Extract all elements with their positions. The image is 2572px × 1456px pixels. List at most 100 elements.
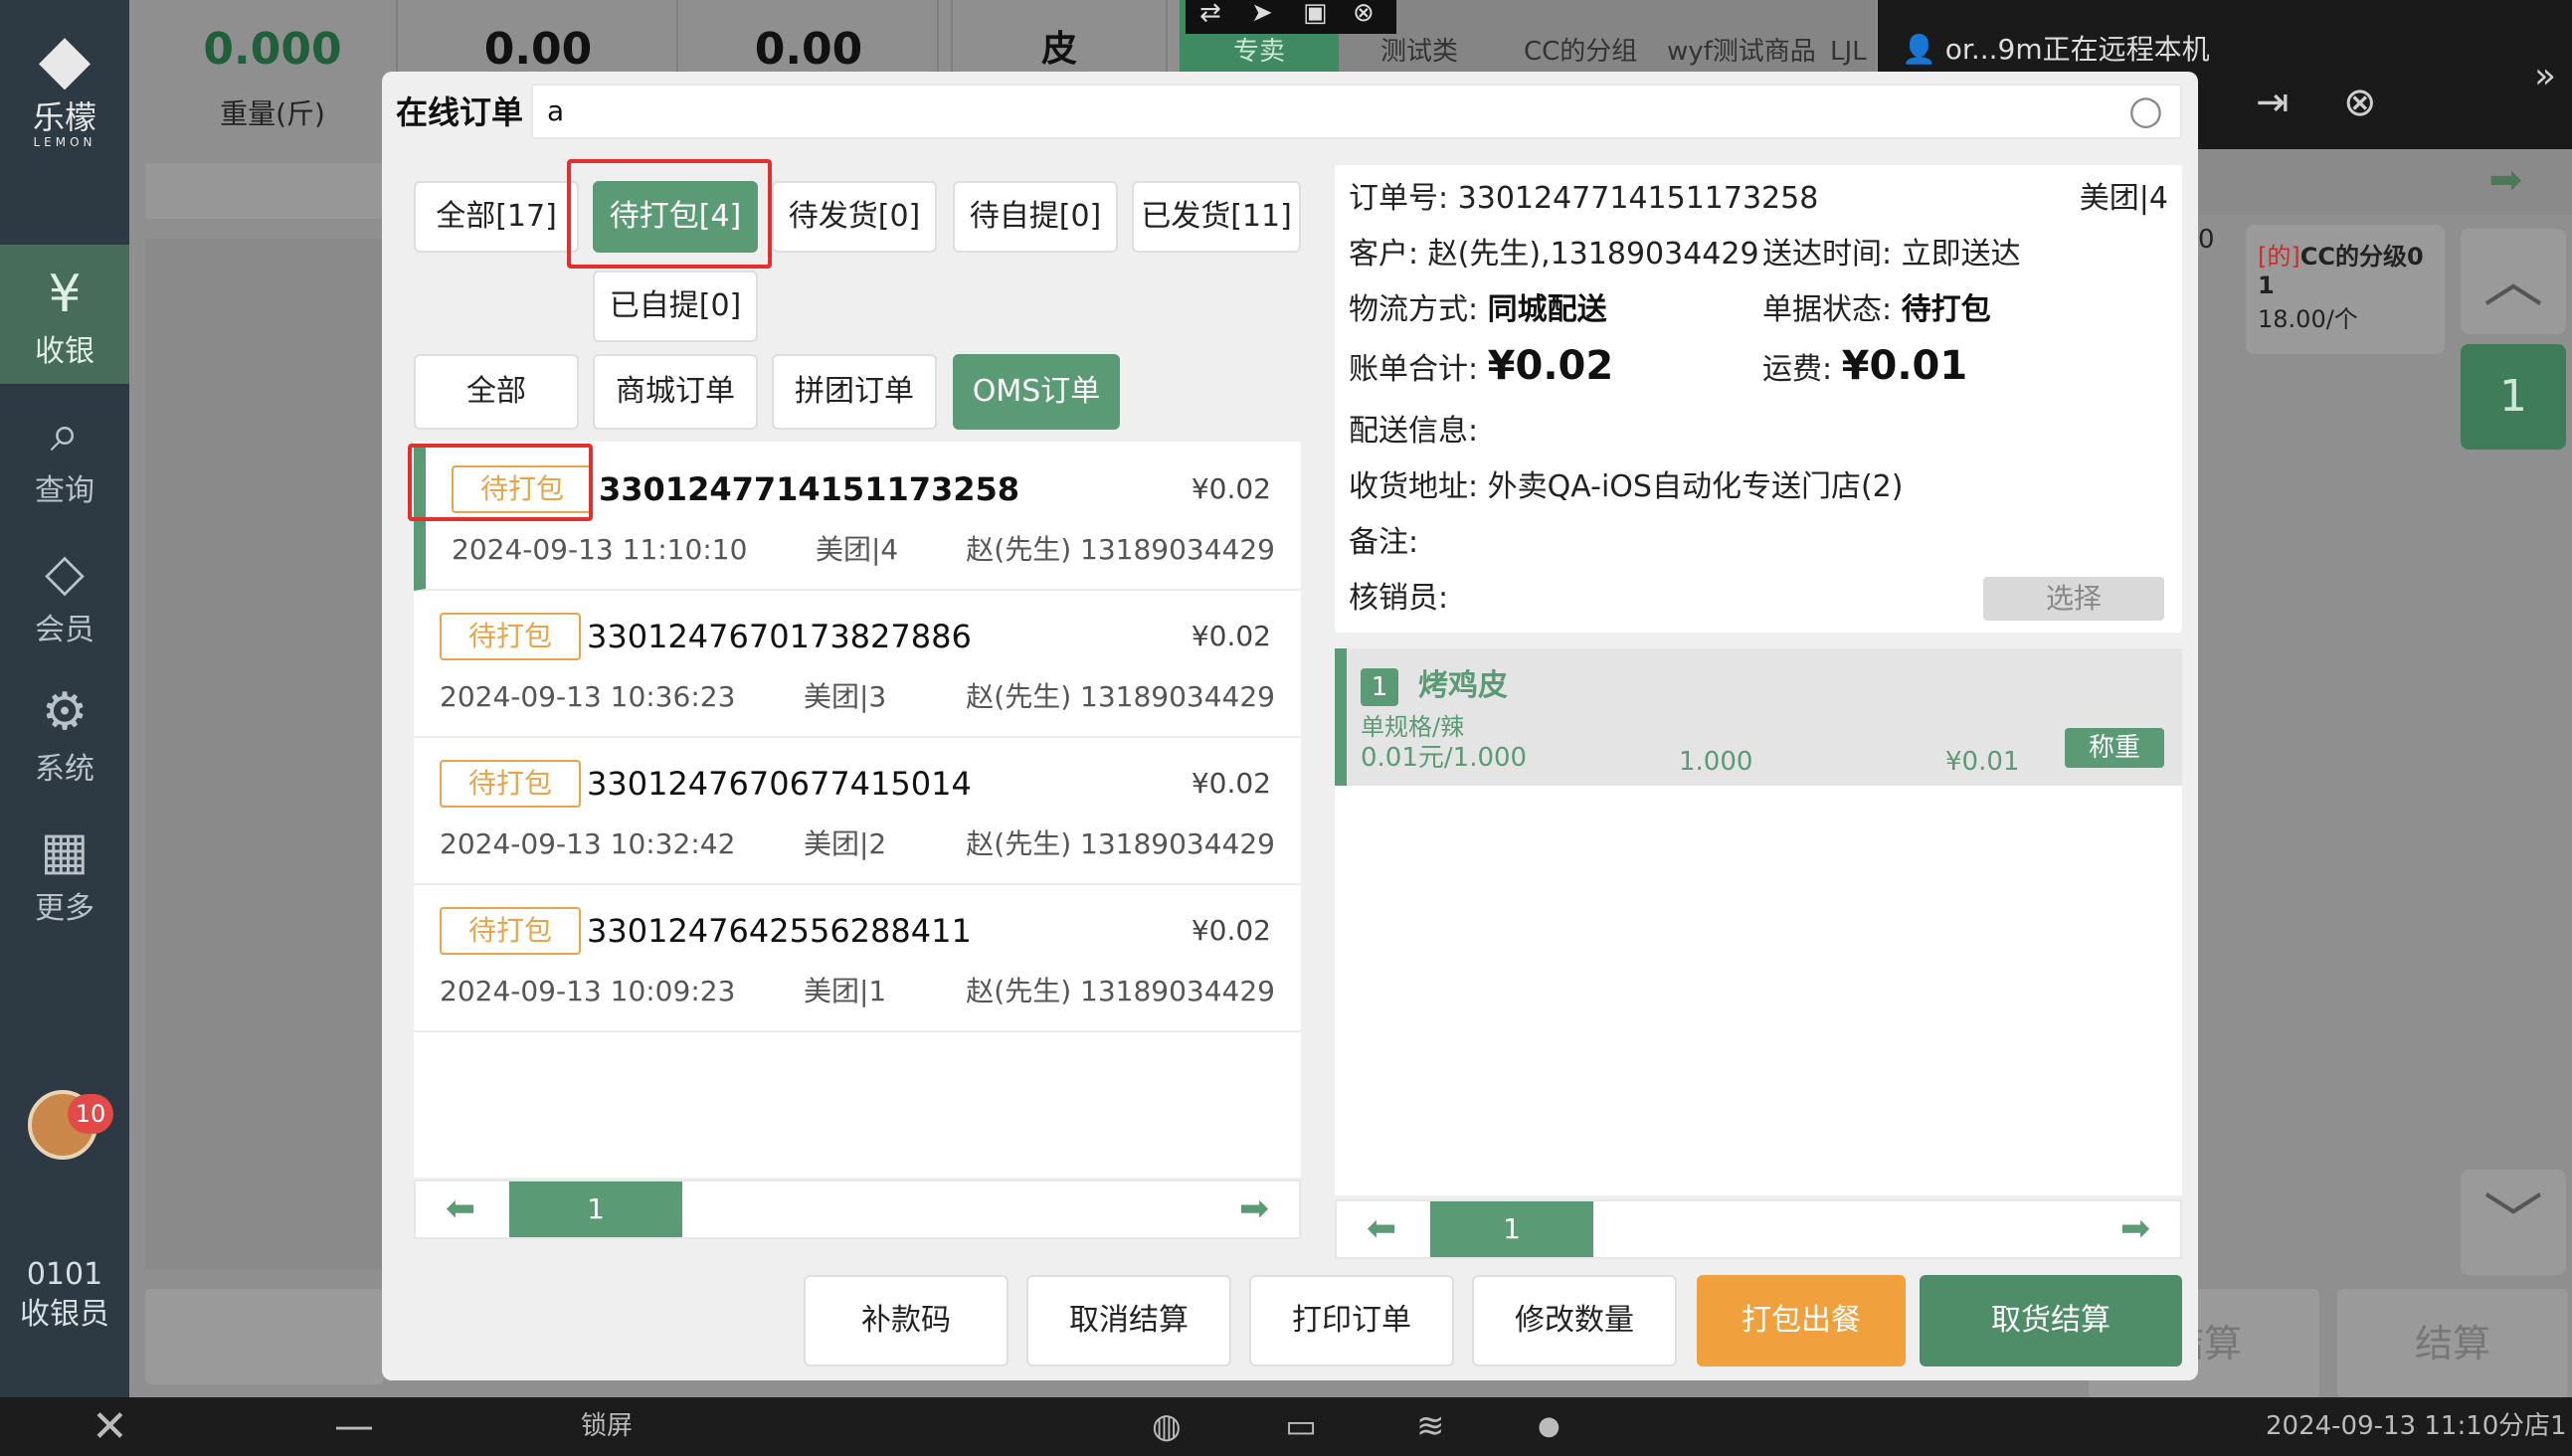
tab-type-oms[interactable]: OMS订单 xyxy=(953,354,1120,430)
order-amount: ¥0.02 xyxy=(1191,620,1271,652)
value: 同城配送 xyxy=(1487,292,1607,327)
detail-address: 收货地址: 外卖QA-iOS自动化专送门店(2) xyxy=(1349,465,1903,509)
order-time: 2024-09-13 10:09:23 xyxy=(440,975,736,1007)
tab-status-pending-pickup[interactable]: 待自提[0] xyxy=(953,181,1118,253)
screen-icon[interactable]: ▣ xyxy=(1303,0,1328,28)
order-platform: 美团|2 xyxy=(804,827,887,860)
prev-page-icon[interactable]: ⬅ xyxy=(446,1182,475,1237)
status-badge: 待打包 xyxy=(440,613,581,660)
sidebar-item-system[interactable]: ⚙ 系统 xyxy=(0,662,129,802)
close-x-icon[interactable]: ✕ xyxy=(92,1397,128,1456)
next-page-icon[interactable]: ➡ xyxy=(1239,1182,1269,1237)
tab-type-all[interactable]: 全部 xyxy=(414,354,579,430)
value: 立即送达 xyxy=(1901,237,2021,272)
weigh-button[interactable]: 称重 xyxy=(2065,728,2164,768)
label: 物流方式: xyxy=(1349,292,1479,327)
user-icon: 👤 xyxy=(1902,33,1936,66)
scroll-down-button[interactable]: ﹀ xyxy=(2461,1170,2566,1275)
order-platform: 美团|3 xyxy=(804,680,887,713)
search-input[interactable]: a xyxy=(531,84,2182,139)
chevron-down-icon: ﹀ xyxy=(2483,1187,2543,1257)
label: 账单合计: xyxy=(1349,352,1479,387)
arrow-right-icon[interactable]: ➡ xyxy=(2488,157,2522,203)
export-icon[interactable]: ⇥ xyxy=(2256,80,2290,125)
globe-icon[interactable]: ◍ xyxy=(1152,1397,1182,1456)
logo-sub: LEMON xyxy=(33,135,96,149)
order-row[interactable]: 待打包 3301247670173827886 ¥0.02 2024-09-13… xyxy=(414,591,1301,738)
cashier-role: 收银员 xyxy=(20,1297,109,1332)
tab-type-group[interactable]: 拼团订单 xyxy=(772,354,937,430)
order-customer: 赵(先生) 13189034429 xyxy=(966,680,1275,713)
monitor-icon[interactable]: ▭ xyxy=(1285,1397,1317,1456)
pack-out-button[interactable]: 打包出餐 xyxy=(1697,1275,1906,1366)
category-tab-2[interactable]: CC的分组 xyxy=(1524,0,1637,74)
value: 赵(先生),13189034429 xyxy=(1427,237,1759,272)
item-index: 1 xyxy=(1361,668,1398,706)
order-time: 2024-09-13 10:36:23 xyxy=(440,680,736,713)
product-card[interactable]: [的]CC的分级0 1 18.00/个 xyxy=(2246,225,2445,354)
sidebar-item-member[interactable]: ◇ 会员 xyxy=(0,523,129,662)
item-unit-price: 0.01元/1.000 xyxy=(1361,743,1528,773)
pickup-settle-button[interactable]: 取货结算 xyxy=(1920,1275,2182,1366)
minimize-icon[interactable]: — xyxy=(334,1397,374,1456)
sidebar-item-cashier[interactable]: ¥ 收银 xyxy=(0,245,129,384)
supplement-code-button[interactable]: 补款码 xyxy=(804,1275,1009,1366)
label: 订单号: xyxy=(1349,181,1449,216)
detail-customer: 客户: 赵(先生),13189034429 xyxy=(1349,233,1759,276)
product-card-title-line: [的]CC的分级0 xyxy=(2258,237,2433,272)
sidebar-item-more[interactable]: ▦ 更多 xyxy=(0,802,129,941)
current-page: 1 xyxy=(509,1182,682,1237)
tab-status-all[interactable]: 全部[17] xyxy=(414,181,579,253)
order-row[interactable]: 待打包 3301247670677415014 ¥0.02 2024-09-13… xyxy=(414,738,1301,885)
sidebar-item-label: 更多 xyxy=(35,891,94,926)
lock-screen-button[interactable]: 锁屏 xyxy=(581,1397,633,1456)
print-order-button[interactable]: 打印订单 xyxy=(1249,1275,1454,1366)
order-row[interactable]: 待打包 3301247642556288411 ¥0.02 2024-09-13… xyxy=(414,885,1301,1032)
pointer-icon[interactable]: ➤ xyxy=(1251,0,1273,28)
expand-icon[interactable]: » xyxy=(2534,56,2556,96)
status-badge: 待打包 xyxy=(440,907,581,955)
close-circle-icon[interactable]: ⊗ xyxy=(2343,80,2377,125)
select-verifier-button[interactable]: 选择 xyxy=(1983,577,2164,621)
category-tab-4[interactable]: LJL xyxy=(1830,0,1867,74)
close-icon[interactable]: ⊗ xyxy=(1353,0,1375,28)
modify-qty-button[interactable]: 修改数量 xyxy=(1472,1275,1677,1366)
tab-status-picked-up[interactable]: 已自提[0] xyxy=(593,271,758,342)
tab-status-pending-ship[interactable]: 待发货[0] xyxy=(772,181,937,253)
switch-icon[interactable]: ⇄ xyxy=(1199,0,1221,28)
settle-button-bg-2[interactable]: 结算 xyxy=(2337,1289,2568,1398)
label: 单据状态: xyxy=(1762,292,1893,327)
cashier-id: 0101 xyxy=(26,1257,103,1292)
cancel-settle-button[interactable]: 取消结算 xyxy=(1026,1275,1231,1366)
next-page-icon[interactable]: ➡ xyxy=(2120,1201,2150,1257)
sidebar-item-label: 收银 xyxy=(35,334,94,369)
bg-left-panel xyxy=(145,239,384,1269)
dot-icon: ● xyxy=(1538,1411,1561,1441)
sidebar-item-query[interactable]: ⌕ 查询 xyxy=(0,384,129,523)
search-doc-icon: ⌕ xyxy=(50,404,80,463)
tab-status-pending-pack[interactable]: 待打包[4] xyxy=(593,181,758,253)
product-card-tag: [的] xyxy=(2258,243,2300,271)
remote-toolbar: ⇄ ➤ ▣ ⊗ xyxy=(1186,0,1396,34)
item-amount: ¥0.01 xyxy=(1945,747,2020,777)
tab-type-mall[interactable]: 商城订单 xyxy=(593,354,758,430)
order-item-row[interactable]: 1 烤鸡皮 单规格/辣 0.01元/1.000 1.000 ¥0.01 称重 xyxy=(1335,648,2182,786)
datetime: 2024-09-13 11:10 xyxy=(2266,1411,2499,1441)
weight-value: 0.000 xyxy=(203,24,342,75)
value: 待打包 xyxy=(1901,292,1991,327)
weight-label: 重量(斤) xyxy=(220,97,325,130)
order-platform: 美团|1 xyxy=(804,975,887,1007)
category-tab-3[interactable]: wyf测试商品 xyxy=(1667,0,1816,74)
order-number: 3301247670173827886 xyxy=(587,618,972,655)
tab-status-shipped[interactable]: 已发货[11] xyxy=(1132,181,1301,253)
label: 运费: xyxy=(1762,352,1833,387)
search-icon[interactable]: ○ xyxy=(2128,88,2163,133)
sidebar-item-label: 会员 xyxy=(35,613,94,647)
logo: ◆ 乐檬 LEMON xyxy=(0,20,129,169)
prev-page-icon[interactable]: ⬅ xyxy=(1367,1201,1396,1257)
order-number: 3301247670677415014 xyxy=(587,765,972,803)
order-list-pager: ⬅ 1 ➡ xyxy=(414,1180,1301,1239)
scroll-up-button[interactable]: ︿ xyxy=(2461,229,2566,334)
right-toolbar: ➡ xyxy=(2184,149,2572,215)
quantity-display: 1 xyxy=(2461,344,2566,450)
